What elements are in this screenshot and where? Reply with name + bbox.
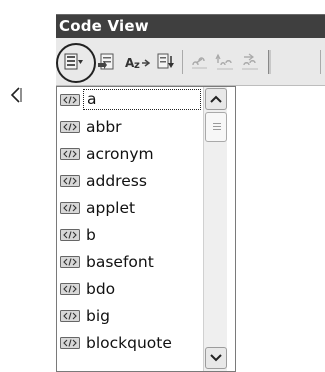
tag-icon [60, 94, 80, 106]
tag-icon [60, 283, 80, 295]
tag-icon [60, 229, 80, 241]
scroll-thumb[interactable] [205, 112, 227, 142]
tag-icon [60, 202, 80, 214]
insert-tag-button[interactable] [96, 52, 118, 72]
link-forward-icon [215, 53, 233, 70]
link-button[interactable] [189, 52, 211, 72]
window-title: Code View [59, 17, 149, 35]
scroll-up-button[interactable] [205, 88, 227, 110]
list-item-tag-bdo[interactable]: bdo [57, 276, 201, 302]
list-item-tag-a[interactable]: a [57, 87, 201, 113]
tag-list-icon [64, 53, 83, 70]
tag-list-button[interactable] [56, 43, 96, 83]
insert-tag-icon [98, 53, 114, 70]
tag-icon [60, 310, 80, 322]
list-item-tag-big[interactable]: big [57, 303, 201, 329]
tag-icon [60, 148, 80, 160]
chevron-up-icon [210, 95, 222, 103]
list-item-label: b [86, 226, 96, 244]
list-item-label: bdo [86, 280, 116, 298]
toolbar-separator [182, 50, 183, 74]
list-item-tag-b[interactable]: b [57, 222, 201, 248]
thumb-grip [213, 129, 221, 130]
list-item-tag-acronym[interactable]: acronym [57, 141, 201, 167]
tag-icon [60, 337, 80, 349]
attribute-sort-button[interactable]: A z [124, 52, 150, 72]
list-item-label: applet [86, 199, 136, 217]
list-item-label: big [86, 307, 110, 325]
chevron-down-icon [210, 354, 222, 362]
list-item-label: a [83, 89, 201, 110]
list-item-tag-address[interactable]: address [57, 168, 201, 194]
link-icon [192, 57, 207, 69]
link-forward-button[interactable] [214, 52, 236, 72]
sort-down-icon [157, 53, 174, 69]
list-item-tag-applet[interactable]: applet [57, 195, 201, 221]
toolbar-grip [268, 50, 271, 74]
caret-marker-icon [8, 84, 24, 106]
link-back-button[interactable] [239, 52, 261, 72]
scroll-down-button[interactable] [205, 347, 227, 369]
tag-dropdown-list[interactable]: a abbr acronym address applet b basefont… [56, 86, 236, 372]
code-view-toolbar: A z [56, 38, 325, 86]
tag-items: a abbr acronym address applet b basefont… [57, 87, 201, 371]
attribute-az-icon: A z [125, 56, 150, 71]
code-view-titlebar: Code View [56, 14, 325, 38]
list-item-label: address [86, 172, 147, 190]
toolbar-separator [320, 50, 321, 74]
list-item-tag-abbr[interactable]: abbr [57, 114, 201, 140]
list-item-label: basefont [86, 253, 154, 271]
list-item-label: abbr [86, 118, 122, 136]
list-scrollbar[interactable] [203, 87, 227, 371]
thumb-grip [213, 126, 221, 127]
tag-icon [60, 121, 80, 133]
list-item-tag-basefont[interactable]: basefont [57, 249, 201, 275]
list-item-tag-blockquote[interactable]: blockquote [57, 330, 201, 356]
list-item-label: blockquote [86, 334, 172, 352]
sort-down-button[interactable] [155, 52, 177, 72]
svg-text:z: z [134, 60, 140, 71]
tag-icon [60, 175, 80, 187]
list-item-label: acronym [86, 145, 154, 163]
link-back-icon [242, 53, 258, 70]
tag-icon [60, 256, 80, 268]
thumb-grip [213, 123, 221, 124]
